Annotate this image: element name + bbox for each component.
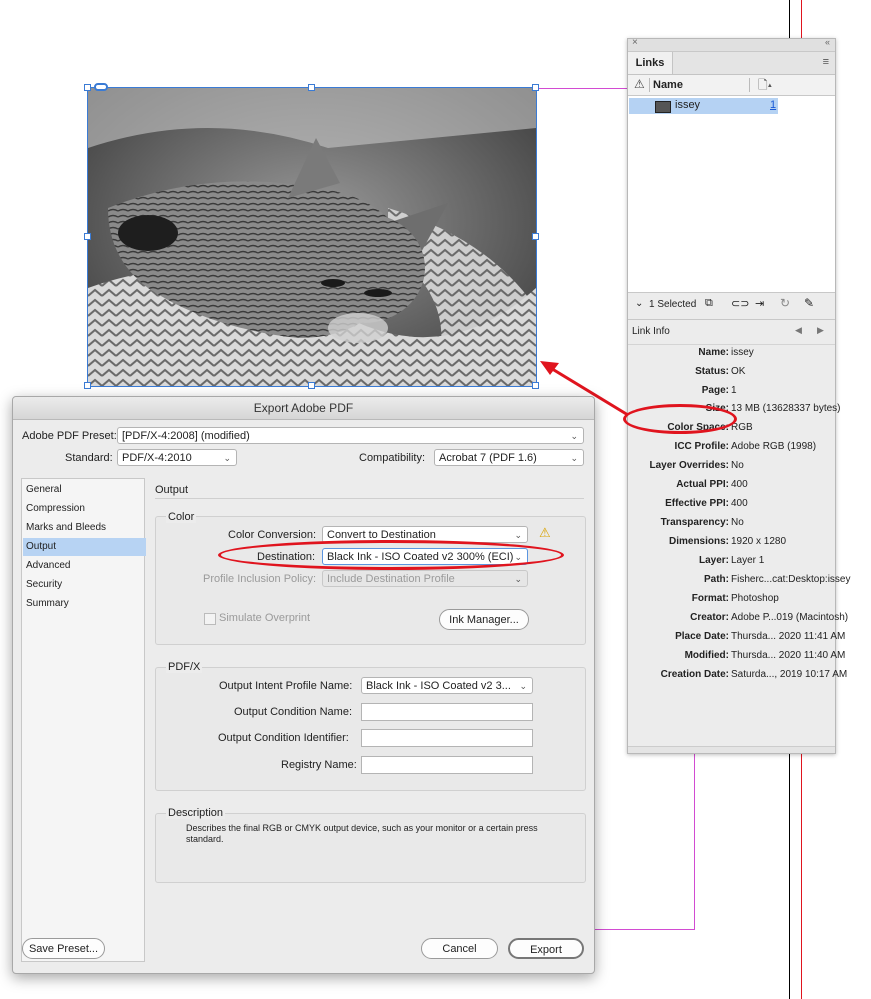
pdfx-group-title: PDF/X — [166, 661, 203, 673]
frame-handle[interactable] — [308, 84, 315, 91]
simulate-overprint-checkbox[interactable] — [204, 613, 216, 625]
selected-count: 1 Selected — [649, 299, 697, 310]
output-intent-select[interactable]: Black Ink - ISO Coated v2 3... ⌄ — [361, 677, 533, 694]
save-preset-button[interactable]: Save Preset... — [22, 938, 105, 959]
compatibility-label: Compatibility: — [359, 452, 426, 464]
section-divider — [155, 498, 584, 499]
frame-handle[interactable] — [532, 84, 539, 91]
info-row-path: Path: Fisherc...cat:Desktop:issey — [704, 574, 851, 585]
nav-compression[interactable]: Compression — [23, 500, 146, 518]
image-thumbnail-icon — [655, 101, 671, 113]
ink-manager-button[interactable]: Ink Manager... — [439, 609, 529, 630]
collapse-icon[interactable]: « — [825, 37, 830, 47]
profile-policy-select[interactable]: Include Destination Profile ⌄ — [322, 570, 528, 587]
section-title: Output — [155, 484, 189, 496]
preset-select[interactable]: [PDF/X-4:2008] (modified) ⌄ — [117, 427, 584, 444]
link-chain-icon[interactable] — [94, 83, 108, 91]
info-row-layer-overrides: Layer Overrides: No — [649, 460, 744, 471]
output-intent-label: Output Intent Profile Name: — [219, 680, 353, 692]
standard-label: Standard: — [65, 452, 113, 464]
compatibility-select[interactable]: Acrobat 7 (PDF 1.6) ⌄ — [434, 449, 584, 466]
nav-security[interactable]: Security — [23, 576, 146, 594]
info-row-format: Format: Photoshop — [691, 593, 779, 604]
simulate-overprint-label: Simulate Overprint — [219, 612, 311, 624]
goto-link-icon[interactable]: ⇥ — [755, 297, 764, 310]
relink-icon[interactable]: ⊂⊃ — [731, 297, 749, 310]
close-icon[interactable]: × — [632, 37, 638, 48]
nav-advanced[interactable]: Advanced — [23, 557, 146, 575]
info-row-status: Status: OK — [695, 366, 746, 377]
info-row-effective-ppi: Effective PPI: 400 — [665, 498, 748, 509]
description-text: Describes the final RGB or CMYK output d… — [186, 823, 538, 844]
edit-original-icon[interactable]: ✎ — [804, 296, 814, 310]
registry-name-field[interactable] — [361, 756, 533, 774]
relink-folder-icon[interactable]: ⧉ — [705, 297, 713, 310]
warning-column-icon[interactable]: ⚠ — [634, 77, 645, 91]
link-row-issey[interactable]: issey 1 — [629, 98, 778, 114]
nav-marks-and-bleeds[interactable]: Marks and Bleeds — [23, 519, 146, 537]
link-info-title: Link Info — [632, 326, 670, 337]
margin-guide-top — [536, 88, 627, 89]
registry-name-label: Registry Name: — [281, 759, 357, 771]
page-column-icon[interactable]: 🗋▴ — [758, 76, 772, 97]
warning-icon: ⚠ — [539, 525, 551, 540]
frame-handle[interactable] — [84, 84, 91, 91]
chevron-down-icon[interactable]: ⌄ — [635, 298, 643, 309]
link-info-header: Link Info ◀ ▶ — [628, 320, 835, 345]
info-row-page: Page: 1 — [701, 385, 737, 396]
nav-output[interactable]: Output — [23, 538, 146, 556]
margin-guide-bottom — [593, 929, 695, 930]
info-row-icc-profile: ICC Profile: Adobe RGB (1998) — [674, 441, 817, 452]
info-row-transparency: Transparency: No — [660, 517, 744, 528]
info-row-place-date: Place Date: Thursda... 2020 11:41 AM — [675, 631, 846, 642]
condition-identifier-label: Output Condition Identifier: — [218, 732, 349, 744]
export-button[interactable]: Export — [508, 938, 584, 959]
info-row-creator: Creator: Adobe P...019 (Macintosh) — [690, 612, 849, 623]
next-icon[interactable]: ▶ — [817, 325, 824, 336]
panel-topbar: × « — [628, 37, 835, 52]
links-panel: × « Links ≡ ⚠ Name 🗋▴ issey 1 ⌄ 1 Select… — [627, 37, 851, 754]
prev-icon[interactable]: ◀ — [795, 325, 802, 336]
panel-resize-grip[interactable] — [628, 746, 835, 753]
info-row-creation-date: Creation Date: Saturda..., 2019 10:17 AM — [660, 669, 848, 680]
nav-summary[interactable]: Summary — [23, 595, 146, 613]
export-pdf-dialog: Export Adobe PDF Adobe PDF Preset: [PDF/… — [12, 396, 595, 974]
update-link-icon[interactable]: ↻ — [780, 296, 790, 310]
dialog-title: Export Adobe PDF — [13, 397, 594, 420]
description-group-title: Description — [166, 807, 226, 819]
tab-links[interactable]: Links — [628, 52, 673, 74]
standard-select[interactable]: PDF/X-4:2010 ⌄ — [117, 449, 237, 466]
info-row-layer: Layer: Layer 1 — [698, 555, 765, 566]
link-page[interactable]: 1 — [770, 99, 776, 111]
condition-name-field[interactable] — [361, 703, 533, 721]
annotation-ellipse-color-space — [623, 404, 737, 434]
panel-menu-icon[interactable]: ≡ — [823, 56, 829, 68]
frame-handle[interactable] — [84, 233, 91, 240]
column-name-header[interactable]: Name — [653, 79, 683, 91]
color-group-title: Color — [166, 511, 197, 523]
frame-handle[interactable] — [532, 233, 539, 240]
panel-tabs: Links ≡ — [628, 52, 835, 75]
links-list: issey 1 — [628, 96, 835, 292]
info-row-modified: Modified: Thursda... 2020 11:40 AM — [684, 650, 846, 661]
link-name: issey — [675, 99, 701, 111]
info-row-name: Name: issey — [698, 347, 754, 358]
category-list: General Compression Marks and Bleeds Out… — [21, 478, 146, 962]
annotation-ellipse-destination — [218, 540, 564, 570]
condition-identifier-field[interactable] — [361, 729, 533, 747]
info-row-actual-ppi: Actual PPI: 400 — [676, 479, 748, 490]
links-list-header: ⚠ Name 🗋▴ — [628, 75, 835, 96]
margin-guide-right — [694, 752, 695, 930]
condition-name-label: Output Condition Name: — [234, 706, 353, 718]
cancel-button[interactable]: Cancel — [421, 938, 498, 959]
info-row-dimensions: Dimensions: 1920 x 1280 — [668, 536, 787, 547]
profile-policy-label: Profile Inclusion Policy: — [203, 573, 317, 585]
frame-handle[interactable] — [308, 382, 315, 389]
preset-label: Adobe PDF Preset: — [22, 430, 117, 442]
links-toolbar: ⌄ 1 Selected ⧉ ⊂⊃ ⇥ ↻ ✎ — [628, 292, 835, 320]
image-frame-border — [87, 87, 537, 387]
nav-general[interactable]: General — [23, 481, 146, 499]
frame-handle[interactable] — [84, 382, 91, 389]
color-conversion-label: Color Conversion: — [228, 529, 317, 541]
